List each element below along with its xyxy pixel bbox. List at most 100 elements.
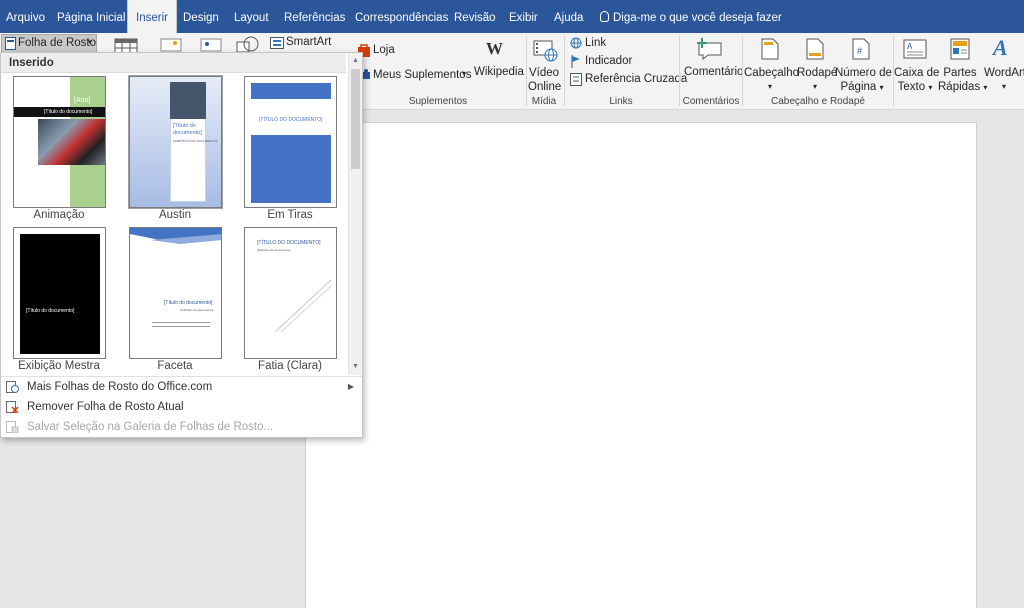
scroll-up-icon[interactable]: ▲: [352, 57, 359, 64]
text-line: [152, 326, 210, 327]
tab-design[interactable]: Design: [183, 0, 219, 33]
thumb-title: [Título do documento]: [26, 308, 75, 314]
textbox-icon[interactable]: A: [903, 39, 927, 59]
link-icon[interactable]: [570, 37, 582, 49]
cover-page-button[interactable]: Folha de Rosto ▾: [1, 34, 97, 53]
cover-thumb-animacao[interactable]: [Ano] [Título do documento]: [13, 76, 106, 208]
group-separator: [526, 36, 527, 106]
bookmark-icon[interactable]: [571, 55, 581, 68]
group-label-header-footer: Cabeçalho e Rodapé: [771, 96, 865, 107]
link-button[interactable]: Link: [585, 37, 606, 49]
document-page[interactable]: [305, 122, 977, 608]
svg-text:A: A: [907, 42, 913, 51]
save-selection-item: Salvar Seleção na Galeria de Folhas de R…: [1, 417, 362, 437]
group-label-media: Mídia: [531, 96, 557, 107]
cross-reference-button[interactable]: Referência Cruzada: [585, 73, 687, 85]
smartart-label[interactable]: SmartArt: [286, 36, 331, 48]
scroll-down-icon[interactable]: ▼: [352, 363, 359, 370]
smartart-icon[interactable]: [270, 37, 284, 49]
cover-thumb-faceta[interactable]: [Título do documento] [Subtítulo do docu…: [129, 227, 222, 359]
cover-label-austin: Austin: [159, 209, 191, 221]
remove-cover-icon: [6, 401, 19, 413]
group-label-addins: Suplementos: [408, 96, 468, 107]
tab-inserir[interactable]: Inserir: [127, 0, 177, 34]
blue-strip-top: [251, 83, 331, 99]
bookmark-button[interactable]: Indicador: [585, 55, 632, 67]
group-separator: [742, 36, 743, 106]
pictures-icon[interactable]: [160, 38, 182, 52]
chevron-down-icon: ▾: [928, 83, 933, 92]
wikipedia-button[interactable]: Wikipedia: [474, 66, 524, 78]
page-number-label-2: Página: [840, 81, 877, 93]
quick-parts-label-1: Partes: [943, 67, 977, 79]
header-icon[interactable]: [761, 38, 779, 60]
footer-button[interactable]: Rodapé ▾: [797, 66, 838, 94]
tab-pagina-inicial[interactable]: Página Inicial: [57, 0, 125, 33]
group-label-comments: Comentários: [682, 96, 740, 107]
scroll-thumb[interactable]: [351, 69, 360, 169]
page-number-button[interactable]: Número de Página ▾: [835, 66, 892, 95]
tab-arquivo[interactable]: Arquivo: [6, 0, 45, 33]
my-addins-dropdown-arrow[interactable]: ▾: [462, 69, 466, 78]
cross-reference-icon[interactable]: [570, 73, 582, 86]
online-video-button[interactable]: Vídeo Online: [528, 66, 562, 94]
train-photo: [38, 119, 105, 165]
chevron-down-icon: ▾: [767, 82, 772, 91]
gallery-scrollbar[interactable]: ▲ ▼: [348, 53, 362, 375]
remove-cover-page-label: Remover Folha de Rosto Atual: [27, 401, 184, 413]
header-button[interactable]: Cabeçalho ▾: [744, 66, 799, 94]
cover-thumb-exibicao-mestra[interactable]: [Título do documento]: [13, 227, 106, 359]
tab-revisao[interactable]: Revisão: [454, 0, 496, 33]
tab-referencias[interactable]: Referências: [284, 0, 345, 33]
tab-correspondencias[interactable]: Correspondências: [355, 0, 448, 33]
tab-layout[interactable]: Layout: [234, 0, 269, 33]
comment-icon[interactable]: [696, 37, 724, 61]
tab-ajuda[interactable]: Ajuda: [554, 0, 583, 33]
cover-thumb-fatia-clara[interactable]: [TÍTULO DO DOCUMENTO] [Subtítulo do docu…: [244, 227, 337, 359]
save-selection-label: Salvar Seleção na Galeria de Folhas de R…: [27, 421, 274, 433]
wordart-label: WordArt: [984, 67, 1024, 79]
quick-parts-label-2: Rápidas: [938, 81, 981, 93]
cover-label-fatia-clara: Fatia (Clara): [258, 360, 322, 372]
footer-icon[interactable]: [806, 38, 824, 60]
quick-parts-button[interactable]: Partes Rápidas ▾: [938, 66, 987, 95]
thumb-subtitle: [SUBTÍTULO DO DOCUMENTO]: [173, 139, 218, 143]
online-video-label-1: Vídeo: [528, 67, 560, 79]
cover-thumb-austin[interactable]: [Título do documento] [SUBTÍTULO DO DOCU…: [128, 75, 223, 209]
cover-label-animacao: Animação: [33, 209, 85, 221]
thumb-title: [Título do documento]: [173, 123, 202, 136]
store-button[interactable]: Loja: [373, 44, 395, 56]
remove-cover-page-item[interactable]: Remover Folha de Rosto Atual: [1, 397, 362, 417]
thumb-title: [TÍTULO DO DOCUMENTO]: [259, 117, 323, 123]
wikipedia-icon[interactable]: W: [486, 39, 503, 59]
blue-block-bottom: [251, 135, 331, 203]
wordart-button[interactable]: WordArt ▾: [984, 66, 1024, 94]
thumb-title: [Título do documento]: [44, 109, 93, 115]
slice-lines: [274, 279, 332, 333]
online-video-icon[interactable]: [533, 39, 559, 63]
footer-label: Rodapé: [797, 67, 838, 79]
online-video-label-2: Online: [528, 81, 562, 93]
tell-me-search[interactable]: Diga-me o que você deseja fazer: [600, 0, 782, 33]
cover-thumb-em-tiras[interactable]: [TÍTULO DO DOCUMENTO]: [244, 76, 337, 208]
quick-parts-icon[interactable]: [950, 38, 970, 60]
group-separator: [564, 36, 565, 106]
chevron-down-icon: ▾: [1001, 82, 1006, 91]
header-label: Cabeçalho: [744, 67, 799, 79]
chevron-down-icon: ▾: [812, 82, 817, 91]
chevron-down-icon: ▾: [879, 83, 884, 92]
wordart-icon[interactable]: A: [993, 35, 1008, 61]
cover-label-faceta: Faceta: [157, 360, 193, 372]
thumb-title: [Título do documento]: [164, 300, 213, 306]
page-number-icon[interactable]: #: [852, 38, 870, 60]
cover-label-exibicao-mestra: Exibição Mestra: [18, 360, 100, 372]
textbox-button[interactable]: Caixa de Texto ▾: [894, 66, 939, 95]
ribbon-tab-bar: Arquivo Página Inicial Inserir Design La…: [0, 0, 1024, 34]
comment-button[interactable]: Comentário: [684, 66, 743, 78]
cover-page-icon: [5, 37, 16, 50]
save-selection-icon: [6, 421, 19, 433]
tab-exibir[interactable]: Exibir: [509, 0, 538, 33]
online-pictures-icon[interactable]: [200, 38, 222, 52]
more-cover-pages-item[interactable]: Mais Folhas de Rosto do Office.com ▶: [1, 377, 362, 397]
my-addins-button[interactable]: Meus Suplementos: [373, 69, 471, 81]
